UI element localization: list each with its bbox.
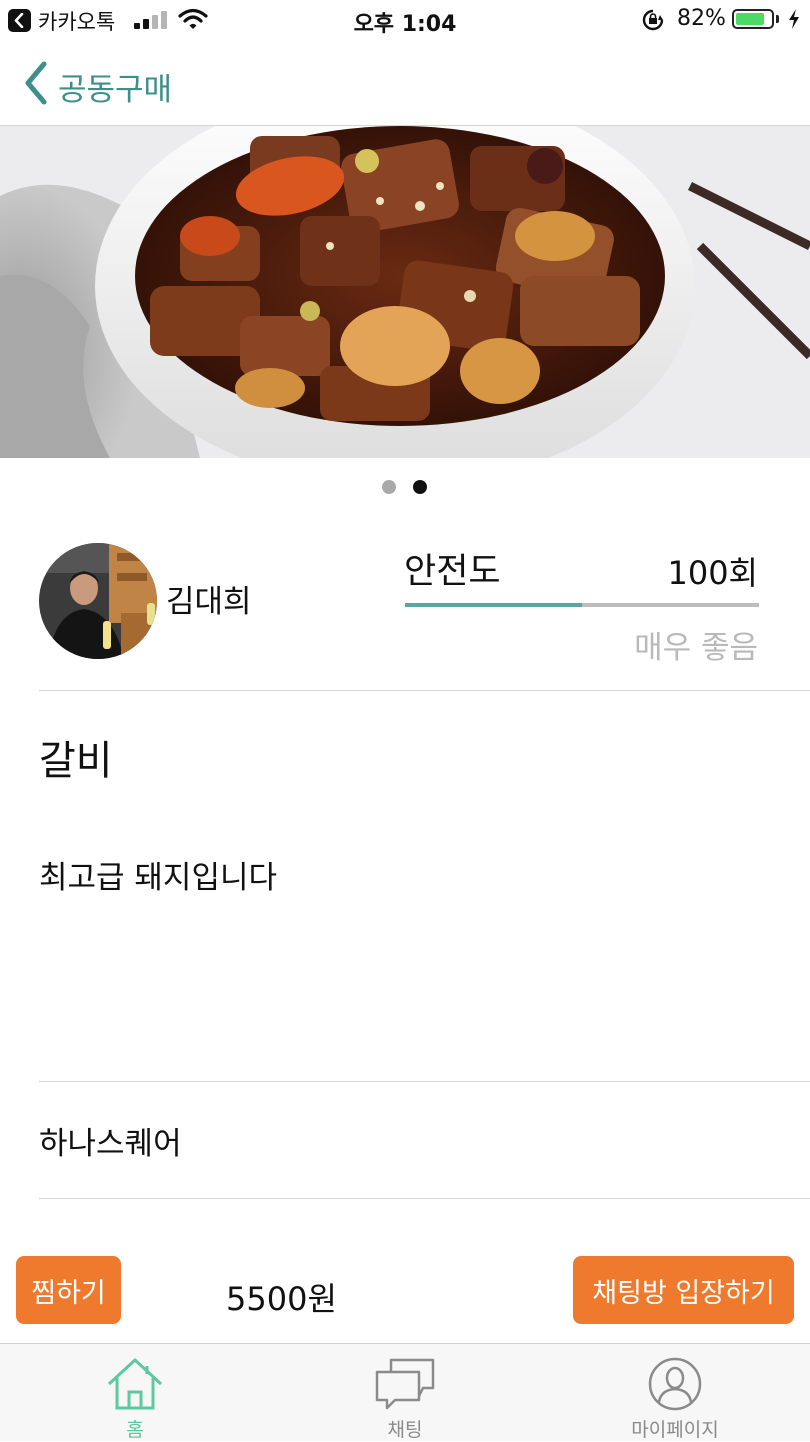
status-bar: 카카오톡 오후 1:04 82%	[0, 0, 810, 40]
divider	[39, 690, 810, 691]
safety-grade: 매우 좋음	[634, 630, 758, 666]
enter-chatroom-button[interactable]: 채팅방 입장하기	[573, 1256, 794, 1324]
page-dot-2[interactable]	[413, 480, 427, 494]
home-icon	[107, 1358, 163, 1410]
tab-chat-label: 채팅	[387, 1419, 423, 1441]
safety-count: 100회	[667, 554, 758, 592]
safety-progress-fill	[405, 603, 582, 607]
battery-level	[736, 13, 764, 25]
product-description: 최고급 돼지입니다	[39, 860, 278, 896]
back-button-label: 공동구매	[58, 72, 173, 108]
tab-chat[interactable]: 채팅	[305, 1344, 505, 1441]
page-dot-1[interactable]	[382, 480, 396, 494]
battery-icon	[732, 9, 774, 29]
chat-icon	[375, 1358, 435, 1410]
charging-icon	[789, 9, 799, 29]
tab-bar: 홈 채팅 마이페이지	[0, 1343, 810, 1441]
safety-progress-bar	[405, 603, 759, 607]
tab-mypage-label: 마이페이지	[631, 1419, 719, 1441]
seller-photo	[39, 543, 157, 659]
carousel-page-indicator[interactable]	[0, 480, 810, 496]
tab-mypage[interactable]: 마이페이지	[575, 1344, 775, 1441]
food-photo	[0, 126, 810, 458]
tab-home-label: 홈	[126, 1419, 144, 1441]
safety-label: 안전도	[404, 552, 501, 592]
seller-name[interactable]: 김대희	[166, 576, 252, 621]
avatar[interactable]	[39, 543, 157, 659]
product-title: 갈비	[39, 738, 113, 784]
tab-home[interactable]: 홈	[35, 1344, 235, 1441]
navigation-bar: 공동구매	[0, 40, 810, 126]
battery-percent: 82%	[677, 6, 726, 31]
back-button[interactable]: 공동구매	[22, 60, 182, 108]
price: 5500원	[226, 1280, 337, 1318]
divider	[39, 1081, 810, 1082]
profile-icon	[648, 1357, 702, 1411]
orientation-lock-icon	[642, 9, 664, 31]
battery-cap	[776, 15, 779, 23]
chevron-left-icon	[25, 61, 47, 105]
like-button[interactable]: 찜하기	[16, 1256, 121, 1324]
divider	[39, 1198, 810, 1199]
product-image-carousel[interactable]	[0, 126, 810, 458]
pickup-location: 하나스퀘어	[39, 1126, 182, 1162]
